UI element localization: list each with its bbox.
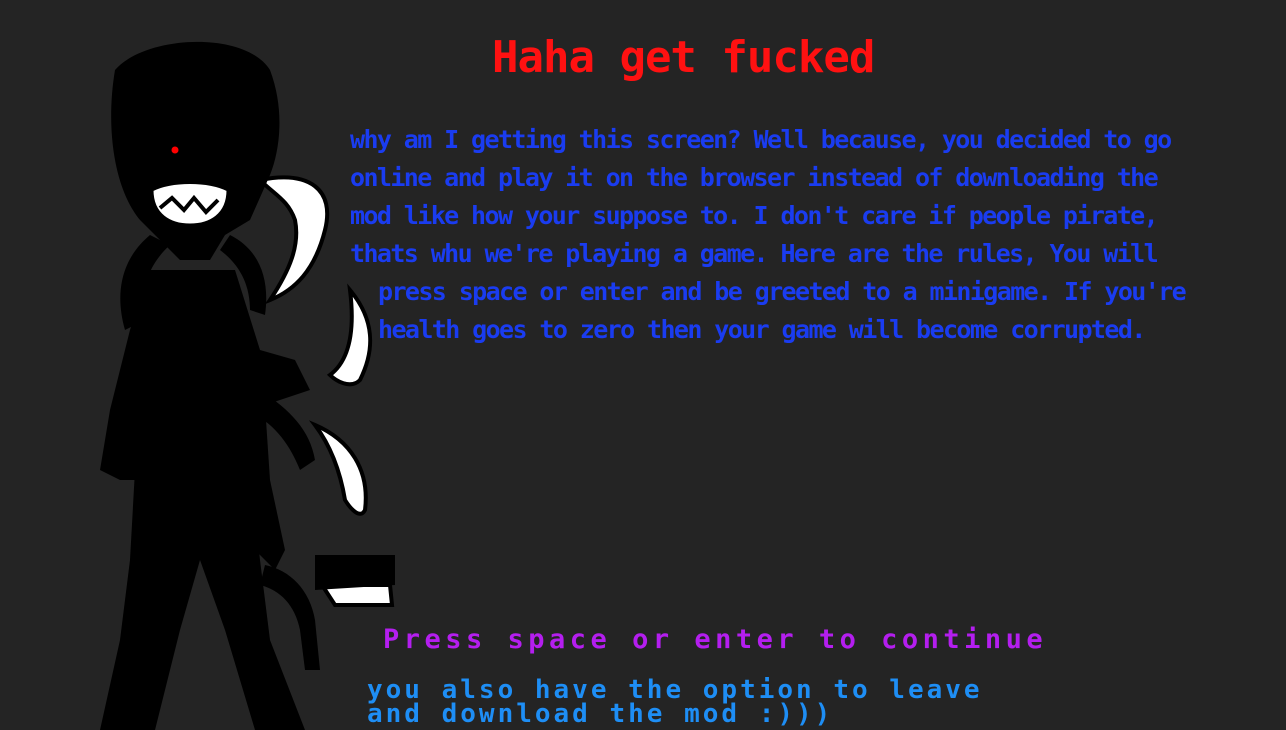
- message-line: mod like how your suppose to. I don't ca…: [350, 201, 1159, 230]
- message-line: online and play it on the browser instea…: [350, 163, 1159, 192]
- message-line: thats whu we're playing a game. Here are…: [350, 239, 1159, 268]
- leave-option-note: you also have the option to leave and do…: [367, 677, 983, 729]
- warning-message: why am I getting this screen? Well becau…: [350, 121, 1250, 349]
- continue-prompt[interactable]: Press space or enter to continue: [383, 624, 1047, 655]
- warning-title: Haha get fucked: [492, 32, 875, 83]
- game-warning-screen: Haha get fucked why am I getting this sc…: [0, 0, 1286, 730]
- message-line: health goes to zero then your game will …: [378, 315, 1146, 344]
- message-line: why am I getting this screen? Well becau…: [350, 125, 1172, 154]
- red-eye-icon: [171, 146, 179, 154]
- message-line: press space or enter and be greeted to a…: [378, 277, 1187, 306]
- option-note-line: and download the mod :))): [367, 699, 834, 729]
